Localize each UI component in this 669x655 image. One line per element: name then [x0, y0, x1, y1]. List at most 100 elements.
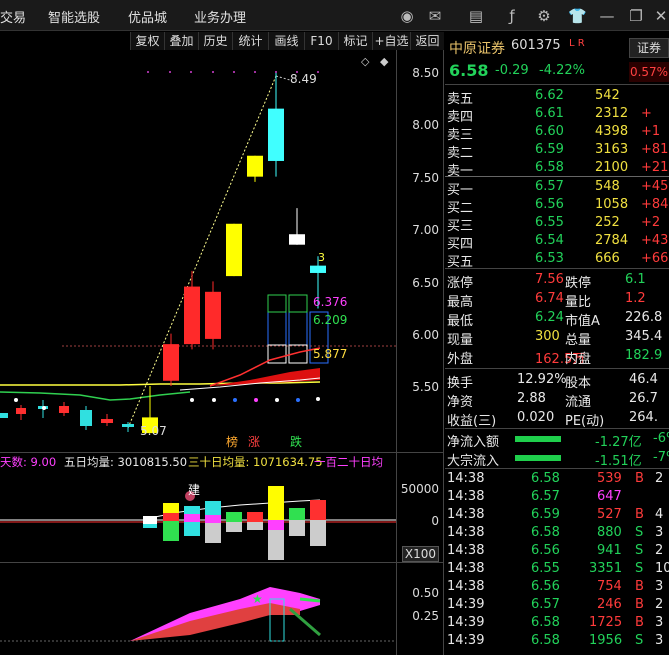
tick-time: 14:39 [447, 615, 485, 630]
stat-value: 0.020 [517, 410, 555, 425]
history-button[interactable]: 历史 [198, 32, 232, 50]
bid-price: 6.53 [535, 251, 564, 266]
add-watchlist-button[interactable]: +自选 [372, 32, 410, 50]
tick-side: B [635, 471, 644, 486]
shirt-icon[interactable]: 👕 [568, 7, 587, 25]
level-label-3: 5.877 [313, 347, 347, 361]
ask-row[interactable]: 卖一6.582100+210 [445, 160, 669, 179]
flow-bar [515, 436, 561, 442]
count-label: 3 [318, 251, 325, 264]
axis-tick: 7.00 [412, 223, 439, 237]
candlestick-chart[interactable]: ◇ ◆ 8.49 5.07 3 6.376 6.209 5.877 榜 涨 跌 [0, 50, 396, 452]
candle-body [289, 234, 305, 245]
candle-body [205, 291, 221, 339]
axis-tick: 6.50 [412, 276, 439, 290]
bid-row[interactable]: 买一 6.57 548 +45 [445, 179, 669, 198]
stat-row: 净资 2.88 流通 26.7 [445, 391, 669, 410]
volume-chart[interactable]: 建 [0, 470, 396, 560]
tick-volume: 754 [597, 579, 622, 594]
minimize-icon[interactable]: — [598, 7, 616, 25]
f10-button[interactable]: F10 [304, 32, 338, 50]
ask-volume: 4398 [595, 124, 629, 139]
stat-row: 换手 12.92% 股本 46.4 [445, 372, 669, 391]
axis-tick: 8.00 [412, 118, 439, 132]
overlay-button[interactable]: 叠加 [164, 32, 198, 50]
broadcast-icon[interactable]: ◉ [398, 7, 416, 25]
tick-volume: 246 [597, 597, 622, 612]
gear-icon[interactable]: ⚙ [535, 7, 553, 25]
close-icon[interactable]: ✕ [652, 7, 669, 25]
ask-row[interactable]: 卖四 6.61 2312 + [445, 106, 669, 125]
stat-value: 182.9 [625, 348, 663, 363]
tick-price: 6.56 [531, 543, 560, 558]
ask-price: 6.60 [535, 124, 564, 139]
bid-volume: 666 [595, 251, 620, 266]
bid-row[interactable]: 买三 6.55 252 +2 [445, 215, 669, 234]
bid-price: 6.56 [535, 197, 564, 212]
tick-row: 14:38 6.56 754 B 3 [445, 579, 669, 596]
candle-body [247, 155, 263, 177]
bid-row[interactable]: 买四 6.54 2784 +43 [445, 233, 669, 252]
restore-rights-button[interactable]: 复权 [130, 32, 164, 50]
stock-name[interactable]: 中原证券 [449, 38, 505, 58]
bid-volume: 252 [595, 215, 620, 230]
stat-key: 涨停 [447, 276, 474, 291]
back-button[interactable]: 返回 [410, 32, 444, 50]
stat-row: 收益(三) 0.020 PE(动) 264. [445, 410, 669, 429]
volume-header: 天数: 9.00 五日均量: 3010815.50 三十日均量: 1071634… [0, 454, 396, 470]
tick-time: 14:38 [447, 489, 485, 504]
tick-side: B [635, 507, 644, 522]
menu-store[interactable]: 优品城 [128, 7, 167, 26]
flow-row[interactable]: 大宗流入 -1.51亿 -7% [445, 450, 669, 469]
layout-icon[interactable]: ▤ [467, 7, 485, 25]
bid-row[interactable]: 买五 6.53 666 +66 [445, 251, 669, 270]
diamond-filled-icon: ◆ [380, 55, 389, 68]
statistics-button[interactable]: 统计 [232, 32, 268, 50]
menu-business[interactable]: 业务办理 [194, 7, 246, 26]
tick-volume: 941 [597, 543, 622, 558]
stat-key: 现量 [447, 333, 474, 348]
tick-time: 14:39 [447, 597, 485, 612]
ask-volume: 2312 [595, 106, 629, 121]
sector-tag[interactable]: 证券 [629, 38, 669, 58]
diamond-icon: ◇ [361, 55, 370, 68]
ask-price: 6.58 [535, 160, 564, 175]
bid-change: +66 [641, 251, 669, 266]
stat-value: 12.92% [517, 372, 567, 387]
indicator-axis-tick: 0.25 [412, 609, 439, 623]
tick-row: 14:38 6.58 539 B 2 [445, 471, 669, 488]
menu-trade[interactable]: 交易 [0, 7, 26, 26]
ask-volume: 3163 [595, 142, 629, 157]
flow-value: -1.51亿 [595, 454, 642, 469]
mark-button[interactable]: 标记 [338, 32, 372, 50]
bid-change: +84 [641, 197, 669, 212]
flow-pct: -6% [653, 431, 669, 446]
tick-volume: 539 [597, 471, 622, 486]
tick-price: 6.58 [531, 633, 560, 648]
ask-row[interactable]: 卖二 6.59 3163 +81 [445, 142, 669, 161]
marker-die: 跌 [290, 434, 302, 449]
volume-multiplier[interactable]: X100 [401, 546, 439, 562]
bid-label: 买二 [447, 201, 474, 216]
bid-change: +45 [641, 179, 669, 194]
ask-row[interactable]: 卖三 6.60 4398 +1 [445, 124, 669, 143]
stat-value: 1.2 [625, 291, 646, 306]
restore-icon[interactable]: ❐ [627, 7, 645, 25]
candle-body [163, 344, 179, 381]
stat-key: 量比 [565, 295, 592, 310]
bid-change: +2 [641, 215, 661, 230]
bid-price: 6.55 [535, 215, 564, 230]
tick-price: 6.58 [531, 615, 560, 630]
menu-smart-pick[interactable]: 智能选股 [48, 7, 100, 26]
ask-price: 6.61 [535, 106, 564, 121]
tick-row: 14:38 6.57 647 [445, 489, 669, 506]
formula-icon[interactable]: ƒ [503, 7, 521, 25]
candle-body [310, 265, 326, 273]
draw-line-button[interactable]: 画线 [268, 32, 304, 50]
ask-row[interactable]: 卖五 6.62 542 [445, 88, 669, 107]
flow-row[interactable]: 净流入额 -1.27亿 -6% [445, 431, 669, 450]
bid-row[interactable]: 买二 6.56 1058 +84 [445, 197, 669, 216]
indicator-chart[interactable]: ★ [0, 563, 396, 655]
stat-key: 内盘 [565, 352, 592, 367]
mail-icon[interactable]: ✉ [426, 7, 444, 25]
